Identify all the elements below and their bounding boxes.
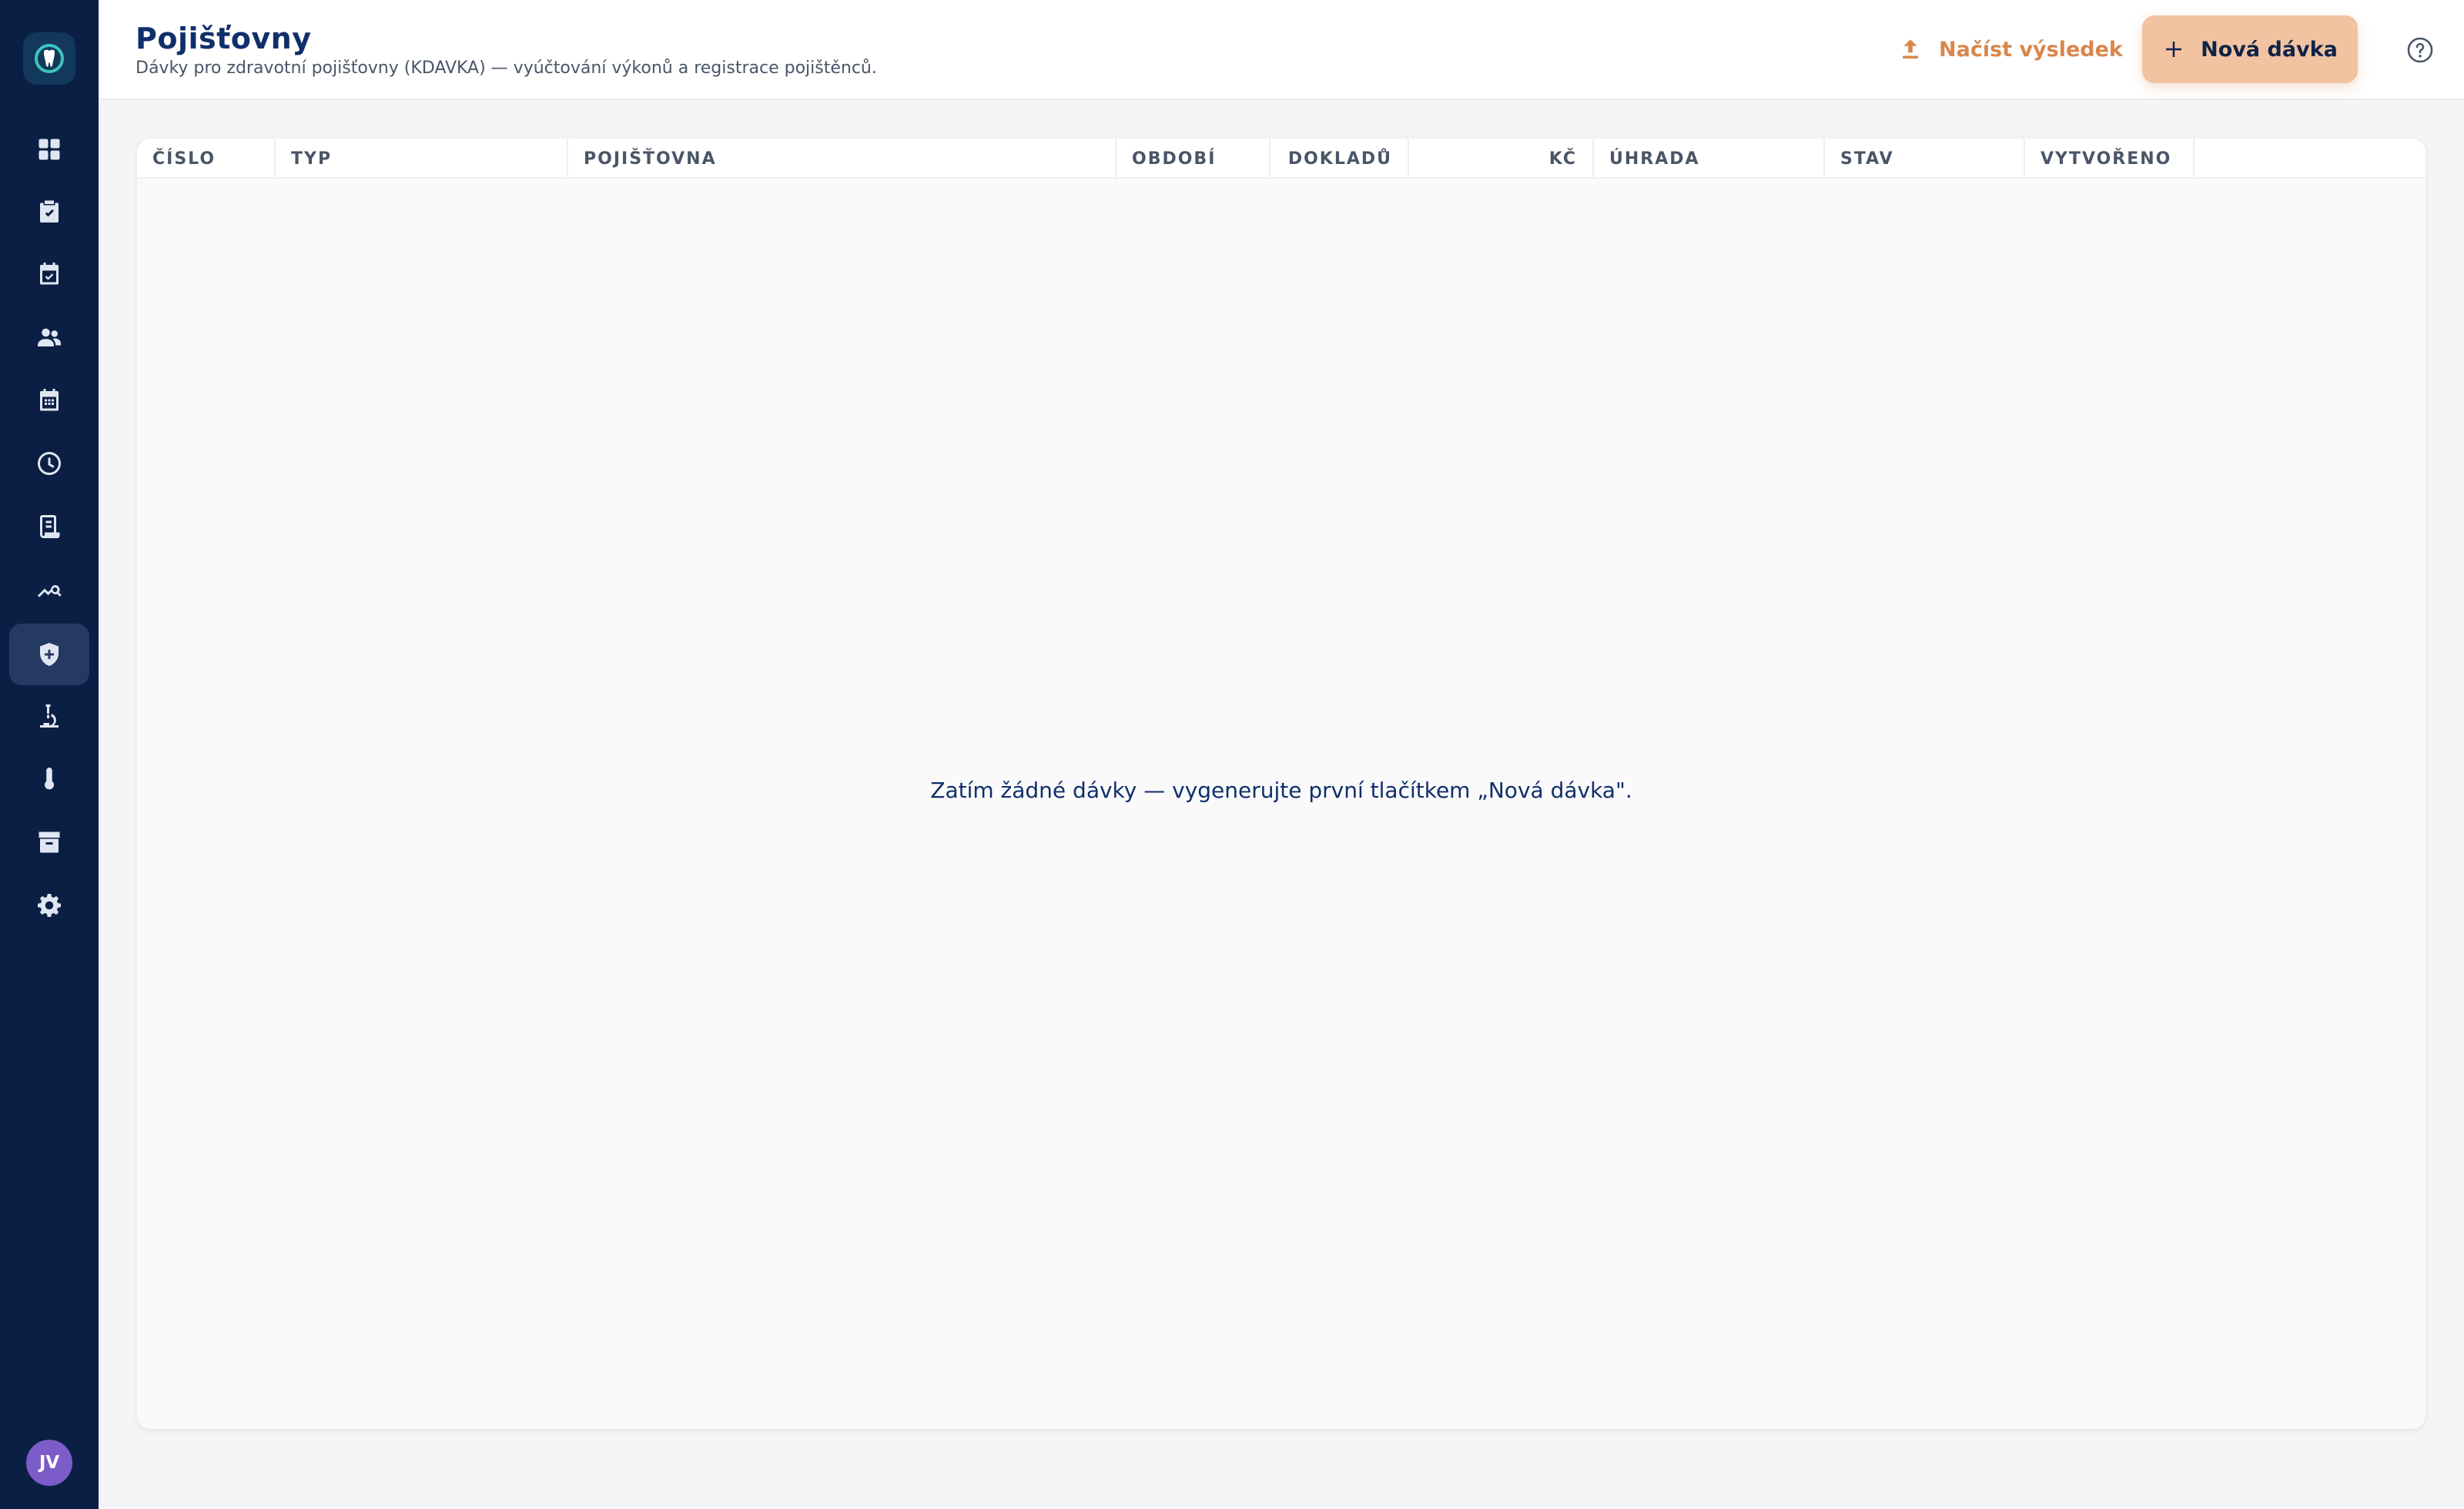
column-header-payment[interactable]: ÚHRADA: [1594, 139, 1825, 179]
table-header: ČÍSLO TYP POJIŠŤOVNA OBDOBÍ DOKLADŮ KČ Ú…: [137, 139, 2426, 179]
column-header-period[interactable]: OBDOBÍ: [1116, 139, 1270, 179]
nav-item-archive[interactable]: [9, 811, 89, 873]
clock-icon: [38, 452, 61, 475]
column-header-amount[interactable]: KČ: [1409, 139, 1594, 179]
upload-icon: [1903, 39, 1918, 59]
analytics-search-icon: [38, 584, 62, 597]
column-header-status[interactable]: STAV: [1825, 139, 2025, 179]
column-header-insurer[interactable]: POJIŠŤOVNA: [568, 139, 1116, 179]
help-icon: [2407, 37, 2433, 63]
calendar-check-icon: [40, 263, 59, 285]
clipboard-check-icon: [40, 200, 59, 223]
batches-table: ČÍSLO TYP POJIŠŤOVNA OBDOBÍ DOKLADŮ KČ Ú…: [137, 139, 2426, 1429]
new-batch-label: Nová dávka: [2201, 37, 2338, 62]
archive-icon: [38, 831, 60, 853]
receipt-icon: [40, 515, 60, 538]
help-button[interactable]: [2402, 32, 2438, 68]
column-header-documents[interactable]: DOKLADŮ: [1270, 139, 1409, 179]
tooth-logo-icon: [35, 44, 64, 73]
new-batch-button[interactable]: Nová dávka: [2142, 15, 2358, 83]
column-header-created[interactable]: VYTVOŘENO: [2025, 139, 2194, 179]
nav-item-insurance[interactable]: [9, 624, 89, 685]
plus-icon: [2166, 42, 2182, 57]
nav-item-invoices[interactable]: [9, 496, 89, 557]
empty-state-message: Zatím žádné dávky — vygenerujte první tl…: [930, 778, 1632, 803]
microscope-icon: [40, 704, 59, 728]
nav-item-calendar[interactable]: [9, 370, 89, 431]
user-avatar[interactable]: JV: [26, 1440, 72, 1486]
page-header: Pojišťovny Dávky pro zdravotní pojišťovn…: [99, 0, 2464, 100]
nav-item-settings[interactable]: [9, 875, 89, 936]
load-result-label: Načíst výsledek: [1939, 37, 2123, 62]
thermometer-icon: [45, 768, 54, 790]
nav-item-patients[interactable]: [9, 306, 89, 368]
nav-item-history[interactable]: [9, 433, 89, 494]
nav-item-appointments[interactable]: [9, 243, 89, 305]
load-result-button[interactable]: Načíst výsledek: [1897, 29, 2123, 69]
calendar-icon: [40, 389, 59, 411]
column-header-type[interactable]: TYP: [276, 139, 568, 179]
app-logo[interactable]: [23, 32, 75, 85]
dashboard-icon: [38, 139, 60, 160]
nav-item-tasks[interactable]: [9, 180, 89, 242]
page-title: Pojišťovny: [136, 22, 312, 55]
sidebar: JV: [0, 0, 99, 1509]
gear-icon: [38, 894, 61, 917]
nav-item-analytics[interactable]: [9, 559, 89, 621]
nav-item-dashboard[interactable]: [9, 119, 89, 180]
column-header-number[interactable]: ČÍSLO: [137, 139, 276, 179]
people-icon: [38, 328, 61, 346]
nav-item-lab[interactable]: [9, 685, 89, 747]
page-subtitle: Dávky pro zdravotní pojišťovny (KDAVKA) …: [136, 59, 877, 78]
nav-item-temperature[interactable]: [9, 748, 89, 810]
shield-plus-icon: [40, 643, 59, 666]
